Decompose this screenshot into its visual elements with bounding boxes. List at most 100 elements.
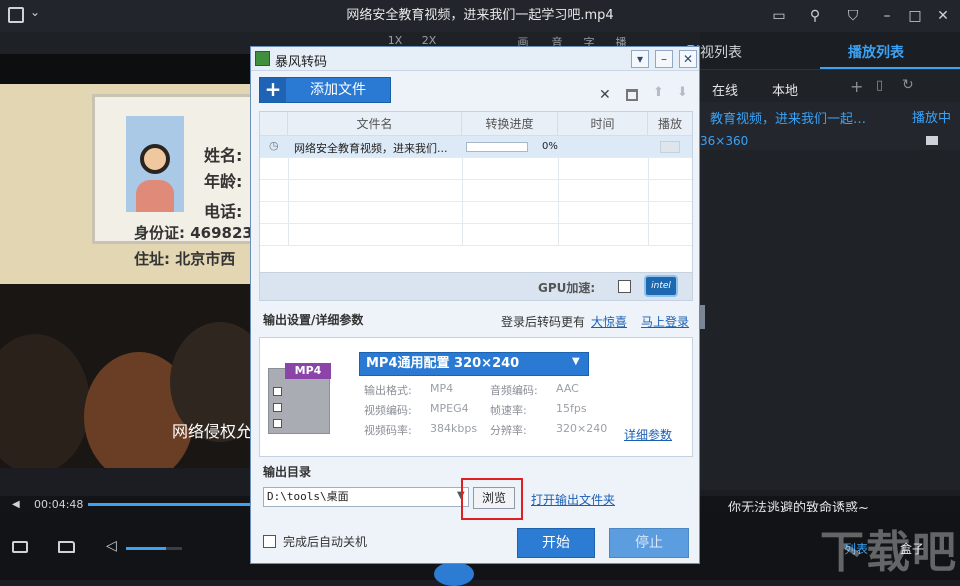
dialog-minimize-icon[interactable]: – (655, 50, 673, 68)
subtab-online[interactable]: 在线 (712, 80, 738, 99)
trash-icon[interactable] (626, 89, 638, 101)
id-photo (126, 116, 184, 212)
play-time: 00:04:48 (34, 498, 84, 511)
tab-underline (820, 67, 960, 69)
refresh-icon[interactable]: ↻ (902, 77, 914, 93)
table-header-progress: 转换进度 (462, 112, 558, 136)
move-down-icon[interactable]: ⬇ (677, 85, 688, 100)
add-file-icon: + (260, 78, 286, 102)
format-check (273, 419, 282, 428)
promo-link[interactable]: 大惊喜 (591, 313, 627, 330)
pin-icon[interactable]: ⚲ (804, 5, 826, 27)
output-settings-panel: MP4 MP4通用配置 320×240 ▼ 输出格式: MP4 音频编码: AA… (259, 337, 693, 457)
param-fps-label: 帧速率: (490, 404, 527, 417)
settings-title: 输出设置/详细参数 (263, 313, 364, 327)
param-format-label: 输出格式: (364, 384, 412, 397)
file-table: 文件名 转换进度 时间 播放 ◷ 网络安全教育视频，进来我们... 0% (259, 111, 693, 273)
table-row[interactable]: ◷ 网络安全教育视频，进来我们... 0% (260, 136, 692, 158)
dialog-title: 暴风转码 (275, 55, 328, 70)
playlist-panel: 影视列表 播放列表 在线 本地 + ▯ ↻ 教育视频，进来我们一起… 播放中 3… (686, 32, 960, 490)
playlist-item-resolution: 36×360 (700, 134, 749, 148)
move-up-icon[interactable]: ⬆ (653, 85, 664, 100)
dialog-menu-icon[interactable]: ▾ (631, 50, 649, 68)
panel-collapse-handle[interactable] (699, 305, 705, 329)
maximize-icon[interactable]: □ (904, 5, 926, 27)
person-body (136, 180, 174, 212)
video-subtitle: 网络侵权允 (172, 422, 253, 441)
watermark-logo: 下载吧 (820, 527, 958, 578)
login-link[interactable]: 马上登录 (641, 313, 689, 330)
delete-icon[interactable]: ✕ (599, 87, 611, 103)
video-letterbox-top (0, 54, 260, 84)
param-fps-value: 15fps (556, 402, 587, 415)
dialog-app-icon (255, 51, 270, 66)
volume-track (166, 547, 182, 550)
open-output-folder-link[interactable]: 打开输出文件夹 (531, 491, 615, 508)
play-button[interactable] (434, 562, 474, 586)
row-progress-text: 0% (542, 141, 558, 152)
format-badge: MP4 (285, 363, 331, 379)
file-remove-icon[interactable]: ▯ (876, 78, 883, 93)
rewind-icon[interactable]: ◀ (12, 499, 20, 510)
gpu-bar: GPU加速: intel (259, 273, 693, 301)
add-icon[interactable]: + (850, 77, 863, 96)
card-phone: 电话: (204, 202, 243, 221)
screen-icon[interactable]: ▭ (768, 5, 790, 27)
table-header-filename: 文件名 (288, 112, 462, 136)
intel-badge: intel (644, 275, 678, 297)
param-video-enc-label: 视频编码: (364, 404, 412, 417)
row-filename: 网络安全教育视频，进来我们... (294, 142, 448, 155)
card-address: 住址: 北京市西 (134, 250, 236, 268)
param-resolution-label: 分辨率: (490, 424, 527, 437)
auto-shutdown-checkbox[interactable] (263, 535, 276, 548)
browse-button[interactable]: 浏览 (473, 487, 515, 509)
open-folder-icon[interactable] (58, 541, 75, 553)
start-button[interactable]: 开始 (517, 528, 595, 558)
preset-dropdown-icon[interactable]: ▼ (572, 356, 580, 367)
param-audio-enc-label: 音频编码: (490, 384, 538, 397)
stop-button[interactable]: 停止 (609, 528, 689, 558)
transcode-dialog: 暴风转码 ▾ – ✕ + 添加文件 ✕ ⬆ ⬇ 文件名 转换进度 时间 播放 ◷… (250, 46, 705, 564)
row-play-icon[interactable] (660, 141, 680, 153)
skin-icon[interactable]: ⛉ (842, 5, 864, 27)
add-file-label: 添加文件 (310, 82, 366, 98)
table-header-time: 时间 (558, 112, 648, 136)
preset-select[interactable]: MP4通用配置 320×240 (359, 352, 589, 376)
param-audio-enc-value: AAC (556, 382, 579, 395)
gpu-label: GPU加速: (538, 281, 596, 295)
table-row-empty (260, 202, 692, 224)
param-bitrate-label: 视频码率: (364, 424, 412, 437)
seek-progress[interactable] (88, 503, 250, 506)
output-dir-input[interactable]: D:\tools\桌面 (263, 487, 469, 507)
playlist-item-title[interactable]: 教育视频，进来我们一起… (710, 108, 866, 127)
table-row-empty (260, 158, 692, 180)
dialog-close-icon[interactable]: ✕ (679, 50, 697, 68)
subtab-local[interactable]: 本地 (772, 80, 798, 99)
toolbox-icon[interactable] (12, 541, 28, 553)
row-progress-bar (466, 142, 528, 152)
volume-icon[interactable]: ◁ (106, 538, 117, 554)
detail-params-link[interactable]: 详细参数 (624, 426, 672, 443)
folder-icon[interactable] (926, 136, 938, 145)
card-age: 年龄: (204, 172, 243, 191)
add-file-button[interactable]: + 添加文件 (259, 77, 391, 103)
video-frame[interactable]: 姓名: 年龄: 电话: 身份证: 469823 住址: 北京市西 网络侵权允 (0, 84, 260, 468)
playlist-item-status: 播放中 (912, 111, 952, 126)
param-bitrate-value: 384kbps (430, 422, 478, 435)
person-head (140, 144, 170, 174)
tab-play-list[interactable]: 播放列表 (848, 42, 904, 62)
close-icon[interactable]: ✕ (932, 5, 954, 27)
gpu-checkbox[interactable] (618, 280, 631, 293)
param-resolution-value: 320×240 (556, 422, 608, 435)
card-name: 姓名: (204, 146, 243, 165)
minimize-icon[interactable]: – (876, 5, 898, 27)
format-check (273, 403, 282, 412)
param-format-value: MP4 (430, 382, 454, 395)
format-check (273, 387, 282, 396)
volume-level[interactable] (126, 547, 166, 550)
output-dir-label: 输出目录 (263, 465, 312, 479)
table-row-empty (260, 224, 692, 246)
table-header-play: 播放 (648, 112, 692, 136)
auto-shutdown-label: 完成后自动关机 (283, 535, 368, 549)
table-header-blank (260, 112, 288, 136)
